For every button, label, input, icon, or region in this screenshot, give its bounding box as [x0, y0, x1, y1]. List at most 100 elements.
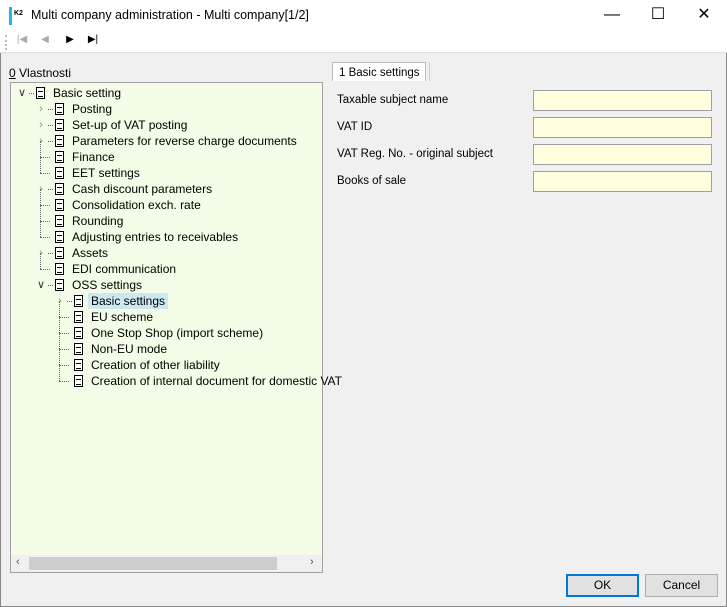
tree-line — [59, 365, 60, 381]
tree-line — [59, 333, 69, 334]
tree-item[interactable]: › Cash discount parameters — [11, 181, 311, 197]
minimize-button[interactable]: — — [589, 0, 635, 32]
tree-line — [40, 269, 50, 270]
tree-line — [59, 333, 60, 349]
tree-item[interactable]: Non-EU mode — [11, 333, 311, 357]
tree-line — [59, 349, 69, 350]
tree-item-label: Rounding — [72, 214, 124, 228]
tree-item-label: Creation of other liability — [91, 358, 220, 372]
tree-item[interactable]: › Assets — [11, 245, 311, 261]
tree-item-label: Creation of internal document for domest… — [91, 374, 343, 388]
field-input[interactable] — [533, 171, 712, 192]
field-input[interactable] — [533, 144, 712, 165]
next-record-icon[interactable]: ▶ — [62, 34, 78, 45]
expand-chevron-icon[interactable]: › — [36, 245, 46, 261]
document-icon — [74, 375, 83, 387]
tree-item[interactable]: › Set-up of VAT posting — [11, 117, 311, 133]
tree-item[interactable]: › Posting — [11, 101, 311, 117]
expand-chevron-icon[interactable]: › — [36, 133, 46, 149]
tree-line — [59, 349, 60, 365]
tree-line — [48, 285, 53, 286]
tab-basic-settings[interactable]: 1 Basic settings — [332, 62, 426, 81]
tree-line — [48, 109, 53, 110]
document-icon — [74, 327, 83, 339]
window-title: Multi company administration - Multi com… — [31, 8, 309, 22]
expand-chevron-icon[interactable]: › — [36, 101, 46, 117]
tree-line — [59, 365, 69, 366]
tree-item[interactable]: One Stop Shop (import scheme) — [11, 317, 311, 341]
tree-line — [48, 189, 53, 190]
field-input[interactable] — [533, 90, 712, 111]
document-icon — [55, 231, 64, 243]
document-icon — [55, 263, 64, 275]
tree-item-label: Basic setting — [53, 86, 122, 100]
tree-item[interactable]: › Parameters for reverse charge documents — [11, 133, 311, 149]
title-bar: K2 Multi company administration - Multi … — [0, 0, 727, 32]
document-icon — [74, 311, 83, 323]
document-icon — [55, 215, 64, 227]
toolbar-grip[interactable] — [5, 35, 7, 50]
tree-item-label: Non-EU mode — [91, 342, 168, 356]
expand-chevron-icon[interactable]: › — [36, 117, 46, 133]
close-button[interactable]: ✕ — [681, 0, 727, 32]
tree-item-label: Consolidation exch. rate — [72, 198, 201, 212]
document-icon — [55, 167, 64, 179]
tree-item-label: One Stop Shop (import scheme) — [91, 326, 264, 340]
tree-line — [40, 253, 41, 269]
field-input[interactable] — [533, 117, 712, 138]
previous-record-icon[interactable]: ◀ — [37, 34, 53, 45]
tree-item-label: Parameters for reverse charge documents — [72, 134, 297, 148]
app-icon: K2 — [9, 7, 25, 25]
last-record-icon[interactable]: ▶| — [85, 34, 101, 45]
scroll-right-icon[interactable]: › — [310, 556, 314, 568]
tree-item-label: Finance — [72, 150, 115, 164]
tree-item[interactable]: EU scheme — [11, 301, 311, 325]
tree-line — [40, 221, 50, 222]
scrollbar-thumb[interactable] — [29, 557, 277, 570]
document-icon — [55, 103, 64, 115]
tree-item[interactable]: EDI communication — [11, 253, 311, 277]
document-icon — [55, 247, 64, 259]
expand-chevron-icon[interactable]: › — [55, 293, 65, 309]
tree-item[interactable]: Rounding — [11, 205, 311, 229]
document-icon — [36, 87, 45, 99]
tree-line — [40, 157, 50, 158]
first-record-icon[interactable]: |◀ — [14, 34, 30, 45]
collapse-chevron-icon[interactable]: ∨ — [17, 85, 27, 101]
cancel-button[interactable]: Cancel — [645, 574, 718, 597]
tree-line — [48, 125, 53, 126]
tree-line — [67, 301, 72, 302]
tree-item[interactable]: EET settings — [11, 157, 311, 181]
scroll-left-icon[interactable]: ‹ — [16, 556, 20, 568]
horizontal-scrollbar[interactable]: ‹ › — [11, 555, 322, 572]
tree-item-label: EET settings — [72, 166, 140, 180]
tree-item[interactable]: Creation of other liability — [11, 349, 311, 373]
toolbar: |◀ ◀ ▶ ▶| — [0, 32, 727, 53]
document-icon — [74, 359, 83, 371]
tree-item[interactable]: ∨ Basic setting — [11, 85, 311, 101]
field-label: VAT Reg. No. - original subject — [337, 148, 493, 160]
tree-item[interactable]: Creation of internal document for domest… — [11, 365, 342, 389]
tree-item[interactable]: ∨ OSS settings — [11, 277, 311, 293]
tree-item-label: Assets — [72, 246, 109, 260]
tree-item-label: Posting — [72, 102, 113, 116]
tree-line — [29, 93, 34, 94]
document-icon — [74, 295, 83, 307]
tree-item[interactable]: Finance — [11, 141, 311, 165]
tree-item[interactable]: Adjusting entries to receivables — [11, 221, 311, 245]
tab-divider — [429, 62, 430, 81]
expand-chevron-icon[interactable]: › — [36, 181, 46, 197]
document-icon — [74, 343, 83, 355]
tree-line — [59, 381, 69, 382]
ok-button[interactable]: OK — [566, 574, 639, 597]
tree-item[interactable]: › Basic settings — [11, 293, 311, 309]
tree-item[interactable]: Consolidation exch. rate — [11, 189, 311, 213]
maximize-button[interactable]: ☐ — [635, 0, 681, 32]
document-icon — [55, 119, 64, 131]
collapse-chevron-icon[interactable]: ∨ — [36, 277, 46, 293]
tree-line — [59, 317, 69, 318]
tree-item-label: Adjusting entries to receivables — [72, 230, 239, 244]
properties-label: 0 Vlastnosti — [9, 66, 71, 80]
tree-line — [59, 317, 60, 333]
settings-tree[interactable]: ‹ › ∨ Basic setting › Posting › Set-up of VAT… — [10, 82, 342, 573]
